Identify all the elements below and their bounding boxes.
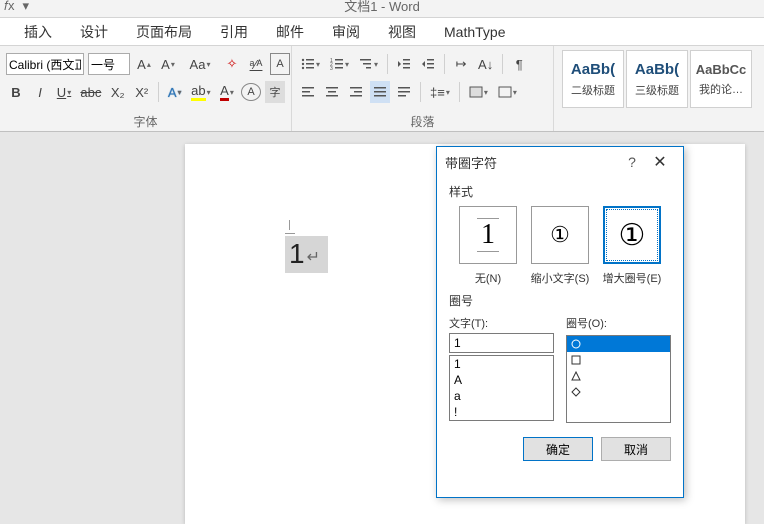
font-color-icon[interactable]: A▾ — [217, 81, 237, 103]
show-marks-icon[interactable]: ¶ — [509, 53, 529, 75]
enclosed-char-dialog: 带圈字符 ? ✕ 样式 1 无(N) ① 缩小文字(S) ① 增大圈号(E) 圈… — [436, 146, 684, 498]
increase-indent-icon[interactable] — [418, 53, 438, 75]
tab-mathtype[interactable]: MathType — [430, 18, 519, 46]
decrease-indent-icon[interactable] — [394, 53, 414, 75]
phonetic-guide-icon[interactable]: ᵃ⁄ᴬ — [246, 53, 266, 75]
tab-insert[interactable]: 插入 — [10, 18, 66, 46]
help-icon[interactable]: ? — [619, 154, 645, 170]
svg-text:3: 3 — [330, 66, 333, 71]
text-listbox[interactable]: 1 A a ! 1 — [449, 355, 554, 421]
text-effects-icon[interactable]: A▾ — [165, 81, 185, 103]
margin-marker-icon — [283, 220, 297, 234]
highlight-icon[interactable]: ab▾ — [189, 81, 213, 103]
increase-font-icon[interactable]: A▴ — [134, 53, 154, 75]
style-heading2[interactable]: AaBb( 二级标题 — [562, 50, 624, 108]
enclosure-diamond[interactable] — [567, 384, 670, 400]
enclosed-char-icon[interactable]: A — [241, 83, 261, 101]
formula-icon[interactable]: 𝑓x — [4, 0, 15, 14]
sort-icon[interactable]: A↓ — [475, 53, 496, 75]
close-icon[interactable]: ✕ — [645, 152, 675, 172]
document-title: 文档1 - Word — [344, 0, 420, 15]
dropdown-icon[interactable]: ▾ — [23, 0, 30, 14]
line-spacing-icon[interactable]: ‡≡▾ — [427, 81, 453, 103]
font-size-combo[interactable] — [88, 53, 130, 75]
title-bar: 𝑓x ▾ 文档1 - Word — [0, 0, 764, 18]
superscript-icon[interactable]: X² — [132, 81, 152, 103]
style-option-none[interactable]: 1 无(N) — [457, 206, 519, 286]
enclosure-listbox[interactable] — [566, 335, 671, 423]
style-option-shrink[interactable]: ① 缩小文字(S) — [529, 206, 591, 286]
bullets-icon[interactable]: ▾ — [298, 53, 323, 75]
font-group-label: 字体 — [6, 113, 285, 131]
ok-button[interactable]: 确定 — [523, 437, 593, 461]
list-item[interactable]: ! — [450, 404, 553, 420]
paragraph-group: ▾ 123▾ ▾ ↦ A↓ ¶ ‡≡▾ ▾ ▾ 段落 — [292, 46, 554, 131]
char-shading-icon[interactable]: 字 — [265, 81, 285, 103]
align-left-icon[interactable] — [298, 81, 318, 103]
paragraph-group-label: 段落 — [298, 113, 547, 131]
ribbon: A▴ A▾ Aa▾ ✧ ᵃ⁄ᴬ A B I U▾ abc X₂ X² A▾ ab… — [0, 46, 764, 132]
list-item[interactable]: A — [450, 372, 553, 388]
styles-gallery: AaBb( 二级标题 AaBb( 三级标题 AaBbCc 我的论… — [554, 46, 760, 131]
enclosure-circle[interactable] — [567, 336, 670, 352]
borders-icon[interactable]: ▾ — [495, 81, 520, 103]
decrease-font-icon[interactable]: A▾ — [158, 53, 178, 75]
enclosure-field-label: 圈号(O): — [566, 315, 671, 331]
text-input[interactable] — [449, 333, 554, 353]
text-field-label: 文字(T): — [449, 315, 554, 331]
align-justify-icon[interactable] — [370, 81, 390, 103]
style-heading3[interactable]: AaBb( 三级标题 — [626, 50, 688, 108]
underline-icon[interactable]: U▾ — [54, 81, 74, 103]
font-name-combo[interactable] — [6, 53, 84, 75]
enclosure-square[interactable] — [567, 352, 670, 368]
enclosure-triangle[interactable] — [567, 368, 670, 384]
style-section-label: 样式 — [449, 183, 671, 200]
tab-view[interactable]: 视图 — [374, 18, 430, 46]
subscript-icon[interactable]: X₂ — [108, 81, 128, 103]
font-group: A▴ A▾ Aa▾ ✧ ᵃ⁄ᴬ A B I U▾ abc X₂ X² A▾ ab… — [0, 46, 292, 131]
character-border-icon[interactable]: A — [270, 53, 290, 75]
list-item[interactable]: 1 — [450, 356, 553, 372]
tab-design[interactable]: 设计 — [66, 18, 122, 46]
align-distribute-icon[interactable] — [394, 81, 414, 103]
paragraph-mark-icon: ↵ — [307, 249, 320, 266]
shading-icon[interactable]: ▾ — [466, 81, 491, 103]
ltr-icon[interactable]: ↦ — [451, 53, 471, 75]
selected-text[interactable]: 1↵ — [285, 236, 328, 273]
style-options: 1 无(N) ① 缩小文字(S) ① 增大圈号(E) — [449, 206, 671, 286]
bold-icon[interactable]: B — [6, 81, 26, 103]
align-center-icon[interactable] — [322, 81, 342, 103]
align-right-icon[interactable] — [346, 81, 366, 103]
tab-mailings[interactable]: 邮件 — [262, 18, 318, 46]
cancel-button[interactable]: 取消 — [601, 437, 671, 461]
style-option-enlarge[interactable]: ① 增大圈号(E) — [601, 206, 663, 286]
style-custom[interactable]: AaBbCc 我的论… — [690, 50, 752, 108]
list-item[interactable]: a — [450, 388, 553, 404]
tab-layout[interactable]: 页面布局 — [122, 18, 206, 46]
change-case-icon[interactable]: Aa▾ — [190, 53, 210, 75]
list-item[interactable]: 1 — [450, 420, 553, 421]
tab-review[interactable]: 审阅 — [318, 18, 374, 46]
tab-references[interactable]: 引用 — [206, 18, 262, 46]
ribbon-tabs: 插入 设计 页面布局 引用 邮件 审阅 视图 MathType — [0, 18, 764, 46]
multilevel-list-icon[interactable]: ▾ — [356, 53, 381, 75]
dialog-title: 带圈字符 — [445, 153, 619, 172]
clear-format-icon[interactable]: ✧ — [222, 53, 242, 75]
dialog-titlebar[interactable]: 带圈字符 ? ✕ — [437, 147, 683, 177]
strikethrough-icon[interactable]: abc — [78, 81, 104, 103]
enclosure-section-label: 圈号 — [449, 292, 671, 309]
numbering-icon[interactable]: 123▾ — [327, 53, 352, 75]
italic-icon[interactable]: I — [30, 81, 50, 103]
